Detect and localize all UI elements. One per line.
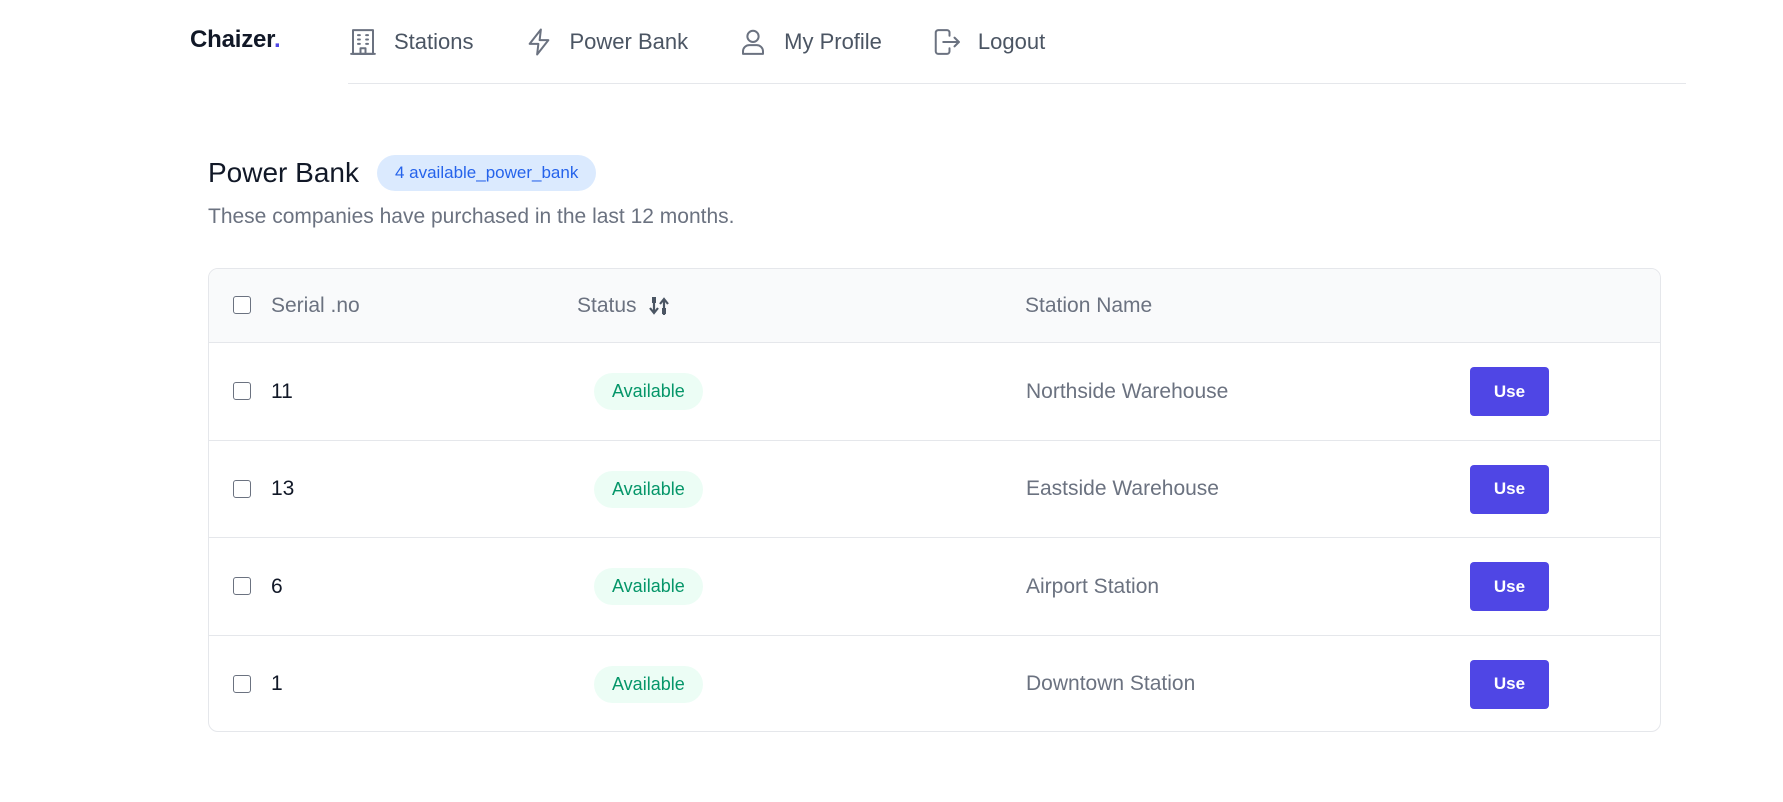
bolt-icon — [528, 28, 549, 55]
nav-label-my-profile: My Profile — [784, 28, 882, 54]
table-row: 1 Available Downtown Station Use — [209, 636, 1660, 732]
page-title: Power Bank — [208, 157, 359, 188]
status-badge: Available — [594, 470, 703, 508]
station-name-cell: Northside Warehouse — [1026, 379, 1229, 403]
count-badge: 4 available_power_bank — [376, 155, 597, 191]
table-row: 13 Available Eastside Warehouse Use — [209, 441, 1660, 538]
title-row: Power Bank 4 available_power_bank — [208, 155, 734, 191]
brand-dot: . — [273, 26, 281, 53]
brand-logo[interactable]: Chaizer. — [190, 26, 281, 54]
status-cell: Available — [594, 343, 703, 440]
station-name-cell: Downtown Station — [1026, 672, 1196, 695]
row-checkbox[interactable] — [233, 577, 251, 595]
nav-label-power-bank: Power Bank — [569, 28, 689, 54]
action-cell: Use — [1470, 538, 1549, 635]
nav-item-my-profile[interactable]: My Profile — [738, 27, 882, 57]
status-cell: Available — [594, 538, 703, 635]
nav-divider — [348, 83, 1686, 84]
table-row: 6 Available Airport Station Use — [209, 538, 1660, 636]
select-all-checkbox[interactable] — [233, 296, 251, 314]
use-button[interactable]: Use — [1470, 464, 1549, 514]
column-header-station-name: Station Name — [1025, 294, 1153, 317]
column-header-serial: Serial .no — [271, 294, 360, 317]
nav-label-logout: Logout — [977, 28, 1046, 54]
logout-icon — [934, 28, 960, 55]
status-badge: Available — [594, 568, 703, 605]
page-header: Power Bank 4 available_power_bank These … — [208, 155, 734, 229]
page-subtitle: These companies have purchased in the la… — [208, 205, 735, 228]
nav-item-power-bank[interactable]: Power Bank — [524, 27, 689, 57]
nav-item-logout[interactable]: Logout — [932, 27, 1045, 57]
use-button[interactable]: Use — [1470, 367, 1549, 416]
table-header: Serial .no Status Station Name — [209, 269, 1660, 343]
nav-label-stations: Stations — [394, 28, 474, 54]
row-checkbox[interactable] — [233, 479, 251, 498]
building-icon — [350, 28, 376, 55]
user-icon — [742, 29, 765, 55]
sort-icon[interactable] — [648, 295, 669, 317]
serial-cell: 6 — [271, 574, 283, 598]
station-name-cell: Eastside Warehouse — [1026, 477, 1219, 500]
row-checkbox[interactable] — [233, 382, 251, 400]
status-badge: Available — [594, 373, 703, 410]
use-button[interactable]: Use — [1470, 562, 1549, 611]
brand-name: Chaizer — [190, 26, 274, 53]
column-header-status-label: Status — [577, 294, 637, 317]
station-name-cell: Airport Station — [1026, 574, 1160, 598]
action-cell: Use — [1470, 343, 1549, 440]
action-cell: Use — [1470, 441, 1549, 538]
column-header-status[interactable]: Status — [577, 269, 669, 343]
action-cell: Use — [1470, 636, 1549, 732]
power-bank-table: Serial .no Status Station Name 11 Availa… — [208, 268, 1661, 732]
serial-cell: 11 — [271, 379, 293, 403]
row-checkbox[interactable] — [233, 674, 251, 693]
nav-list: Stations Power Bank My Profile Logout — [348, 0, 1045, 83]
status-cell: Available — [594, 441, 703, 538]
top-navigation: Chaizer. Stations Power Bank My Profile … — [0, 0, 1783, 84]
status-cell: Available — [594, 636, 703, 732]
serial-cell: 13 — [271, 477, 295, 500]
status-badge: Available — [594, 665, 703, 703]
table-row: 11 Available Northside Warehouse Use — [209, 343, 1660, 441]
serial-cell: 1 — [271, 672, 283, 695]
use-button[interactable]: Use — [1470, 659, 1549, 709]
nav-item-stations[interactable]: Stations — [348, 27, 474, 57]
